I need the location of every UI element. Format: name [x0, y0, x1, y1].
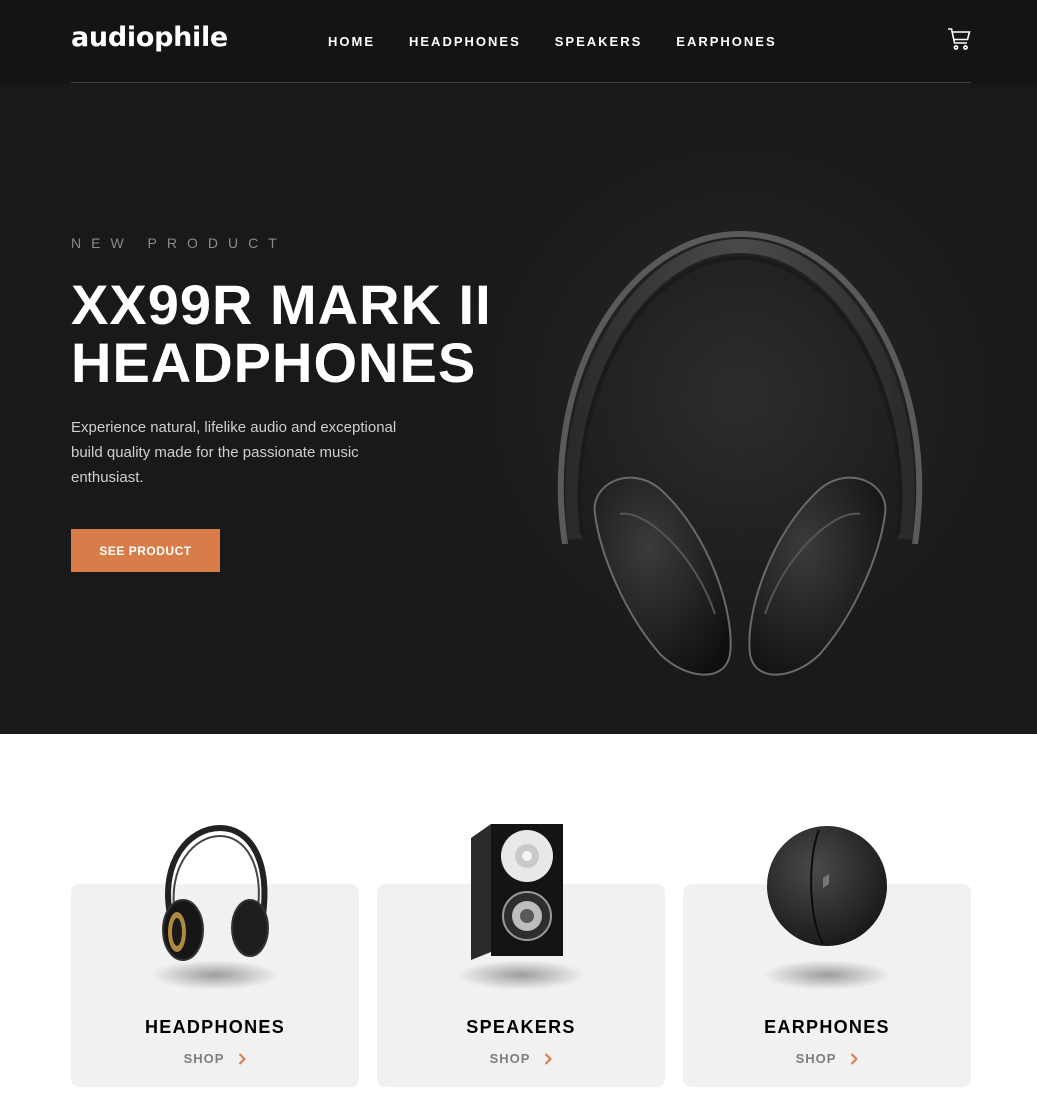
nav-home[interactable]: HOME: [328, 34, 375, 49]
hero-description: Experience natural, lifelike audio and e…: [71, 419, 397, 486]
hero-overline: NEW PRODUCT: [71, 235, 287, 251]
shop-link-speakers[interactable]: SHOP: [377, 1051, 665, 1066]
shop-link-earphones[interactable]: SHOP: [683, 1051, 971, 1066]
headphones-thumbnail: [162, 824, 269, 961]
main-nav: HOME HEADPHONES SPEAKERS EARPHONES: [328, 34, 777, 49]
site-header: audiophile HOME HEADPHONES SPEAKERS EARP…: [0, 0, 1037, 84]
speaker-thumbnail: [471, 824, 563, 960]
category-card-speakers[interactable]: SPEAKERS SHOP: [377, 824, 665, 1087]
category-card-headphones[interactable]: HEADPHONES SHOP: [71, 824, 359, 1087]
logo[interactable]: audiophile: [71, 22, 228, 53]
nav-earphones[interactable]: EARPHONES: [676, 34, 776, 49]
category-title-headphones: HEADPHONES: [144, 1017, 286, 1037]
category-title-speakers: SPEAKERS: [466, 1017, 576, 1037]
chevron-right-icon: [545, 1052, 553, 1065]
hero-section: NEW PRODUCT XX99R MARK II HEADPHONES Exp…: [0, 84, 1037, 734]
cart-icon[interactable]: [947, 27, 971, 51]
category-card-earphones[interactable]: EARPHONES SHOP: [683, 826, 971, 1087]
shop-label: SHOP: [183, 1051, 225, 1066]
nav-headphones[interactable]: HEADPHONES: [409, 34, 521, 49]
shop-label: SHOP: [489, 1051, 531, 1066]
shop-link-headphones[interactable]: SHOP: [71, 1051, 359, 1066]
earphones-case-thumbnail: [767, 826, 887, 946]
headphones-hero-image: [557, 230, 923, 676]
category-title-earphones: EARPHONES: [764, 1017, 890, 1037]
nav-speakers[interactable]: SPEAKERS: [555, 34, 643, 49]
see-product-button[interactable]: SEE PRODUCT: [71, 529, 220, 572]
category-section: HEADPHONES SHOP SPEAKERS SHOP EARPHONES …: [71, 820, 971, 1090]
shop-label: SHOP: [795, 1051, 837, 1066]
chevron-right-icon: [239, 1052, 247, 1065]
chevron-right-icon: [851, 1052, 859, 1065]
header-bar: audiophile HOME HEADPHONES SPEAKERS EARP…: [71, 0, 971, 83]
hero-title: XX99R MARK II HEADPHONES: [71, 273, 492, 394]
